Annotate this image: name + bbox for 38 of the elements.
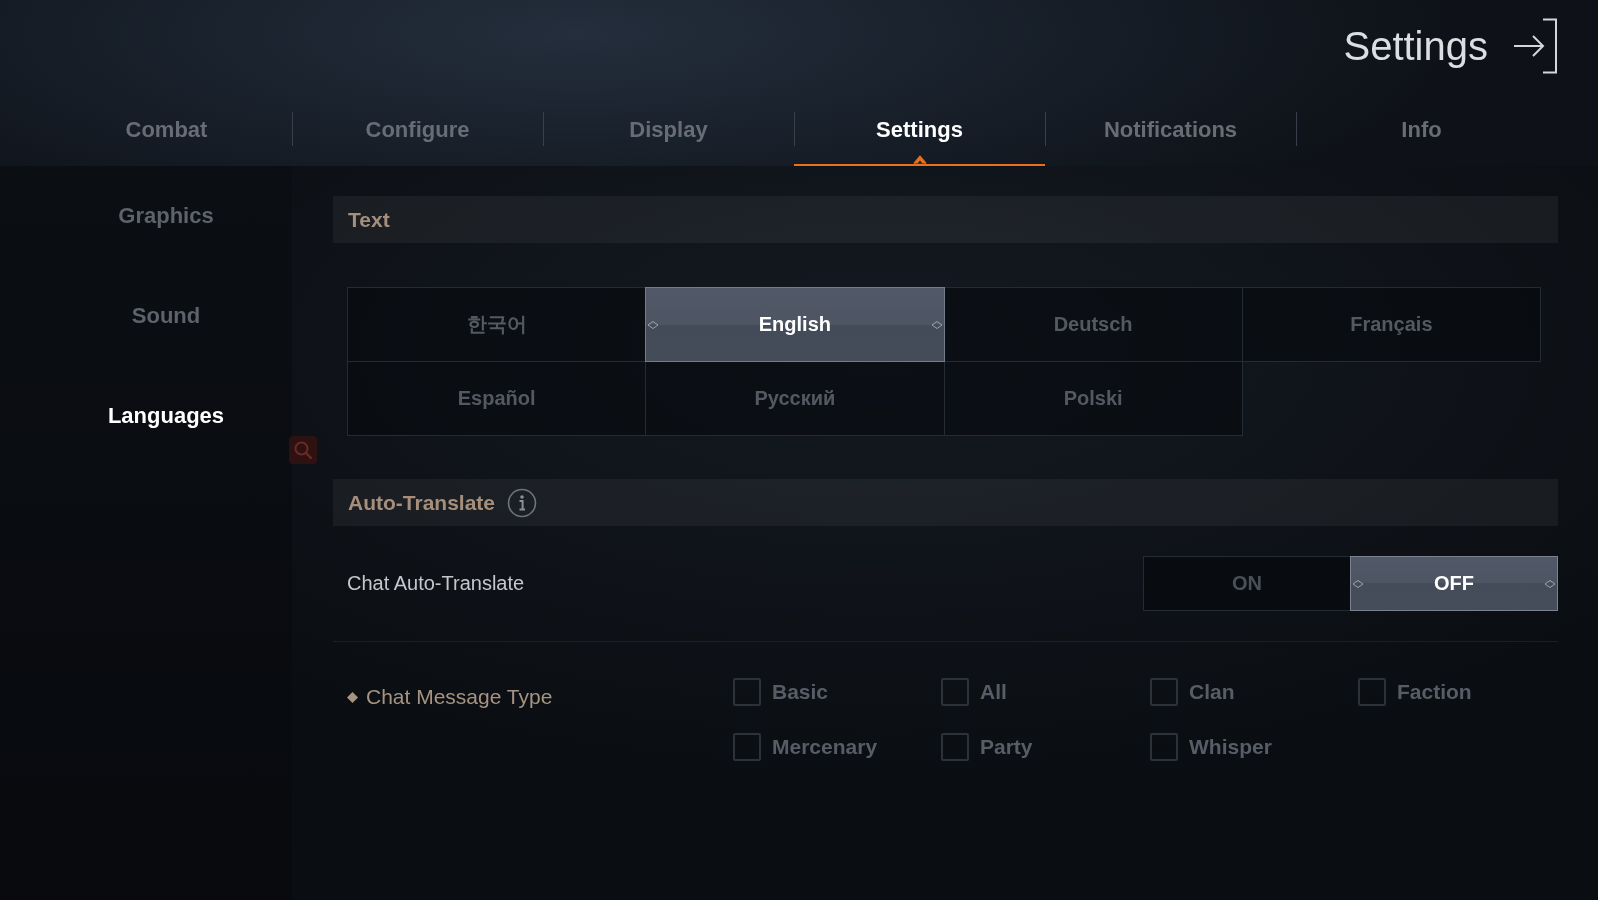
language-option[interactable]: Deutsch	[943, 287, 1243, 362]
setting-label: Chat Auto-Translate	[347, 572, 525, 595]
tab[interactable]: Combat	[41, 110, 292, 166]
tab[interactable]: Display	[543, 110, 794, 166]
language-option[interactable]: Français	[1241, 287, 1541, 362]
edge-ornament-icon	[648, 320, 659, 329]
edge-ornament-icon	[931, 320, 942, 329]
checkbox-label: Whisper	[1189, 734, 1272, 759]
checkbox-label: Mercenary	[772, 734, 878, 759]
edge-ornament-icon	[1545, 579, 1555, 588]
checkbox-label: Party	[980, 734, 1033, 759]
tab[interactable]: Configure	[292, 110, 543, 166]
sidebar-item[interactable]: Graphics	[0, 166, 292, 266]
language-option[interactable]: Español	[347, 361, 647, 436]
section-title: Auto-Translate	[348, 490, 496, 515]
bullet-icon	[347, 691, 358, 703]
edge-ornament-icon	[1353, 579, 1363, 588]
sidebar-item[interactable]: Sound	[0, 266, 292, 366]
language-option[interactable]: Polski	[943, 361, 1243, 436]
checkbox-label: Basic	[772, 679, 829, 704]
page-title: Settings	[1343, 23, 1488, 69]
language-option[interactable]: English	[645, 287, 945, 362]
search-icon[interactable]	[289, 436, 317, 464]
checkbox-label: All	[980, 679, 1007, 704]
tab[interactable]: Notifications	[1045, 110, 1296, 166]
toggle-option[interactable]: ON	[1143, 556, 1351, 611]
language-option[interactable]: 한국어	[347, 287, 647, 362]
sidebar-item[interactable]: Languages	[0, 366, 292, 466]
tab-pointer-icon	[912, 155, 927, 164]
checkbox-label: Clan	[1189, 679, 1235, 704]
exit-icon[interactable]	[1512, 18, 1558, 74]
language-option[interactable]: Русский	[645, 361, 945, 436]
toggle-option[interactable]: OFF	[1350, 556, 1558, 611]
checkbox-label: Faction	[1397, 679, 1472, 704]
info-icon[interactable]	[507, 487, 538, 518]
setting-label: Chat Message Type	[366, 685, 553, 709]
section-title: Text	[348, 207, 390, 232]
tab[interactable]: Info	[1296, 110, 1547, 166]
